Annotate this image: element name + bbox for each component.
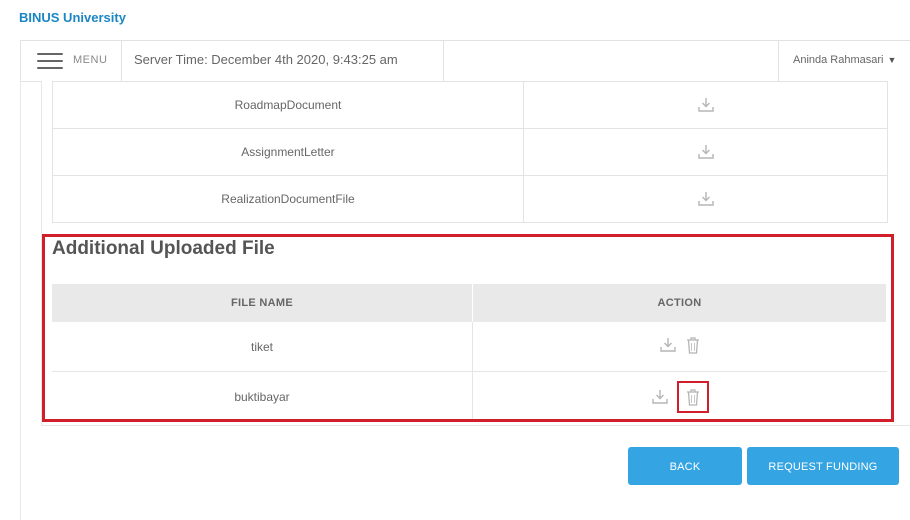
user-menu[interactable]: Aninda Rahmasari ▼ xyxy=(778,41,910,81)
download-icon[interactable] xyxy=(697,96,715,114)
document-table: RoadmapDocument AssignmentLetter Realiza… xyxy=(52,81,888,223)
document-name: RealizationDocumentFile xyxy=(52,175,524,223)
document-action-cell xyxy=(523,175,888,223)
user-name: Aninda Rahmasari xyxy=(793,54,884,66)
download-icon[interactable] xyxy=(697,143,715,161)
server-time: Server Time: December 4th 2020, 9:43:25 … xyxy=(122,41,444,81)
menu-button[interactable]: MENU xyxy=(20,41,122,81)
table-row: AssignmentLetter xyxy=(52,128,888,176)
document-action-cell xyxy=(523,81,888,129)
menu-label: MENU xyxy=(73,54,108,66)
hamburger-icon xyxy=(37,53,63,69)
back-button[interactable]: BACK xyxy=(628,447,742,485)
document-name: RoadmapDocument xyxy=(52,81,524,129)
document-name: AssignmentLetter xyxy=(52,128,524,176)
download-icon[interactable] xyxy=(697,190,715,208)
document-action-cell xyxy=(523,128,888,176)
highlight-box xyxy=(42,234,894,422)
caret-down-icon: ▼ xyxy=(887,55,897,65)
table-row: RoadmapDocument xyxy=(52,81,888,129)
request-funding-button[interactable]: REQUEST FUNDING xyxy=(747,447,899,485)
table-row: RealizationDocumentFile xyxy=(52,175,888,223)
brand-logo-text: BINUS University xyxy=(19,10,126,25)
top-bar: MENU Server Time: December 4th 2020, 9:4… xyxy=(20,40,910,82)
